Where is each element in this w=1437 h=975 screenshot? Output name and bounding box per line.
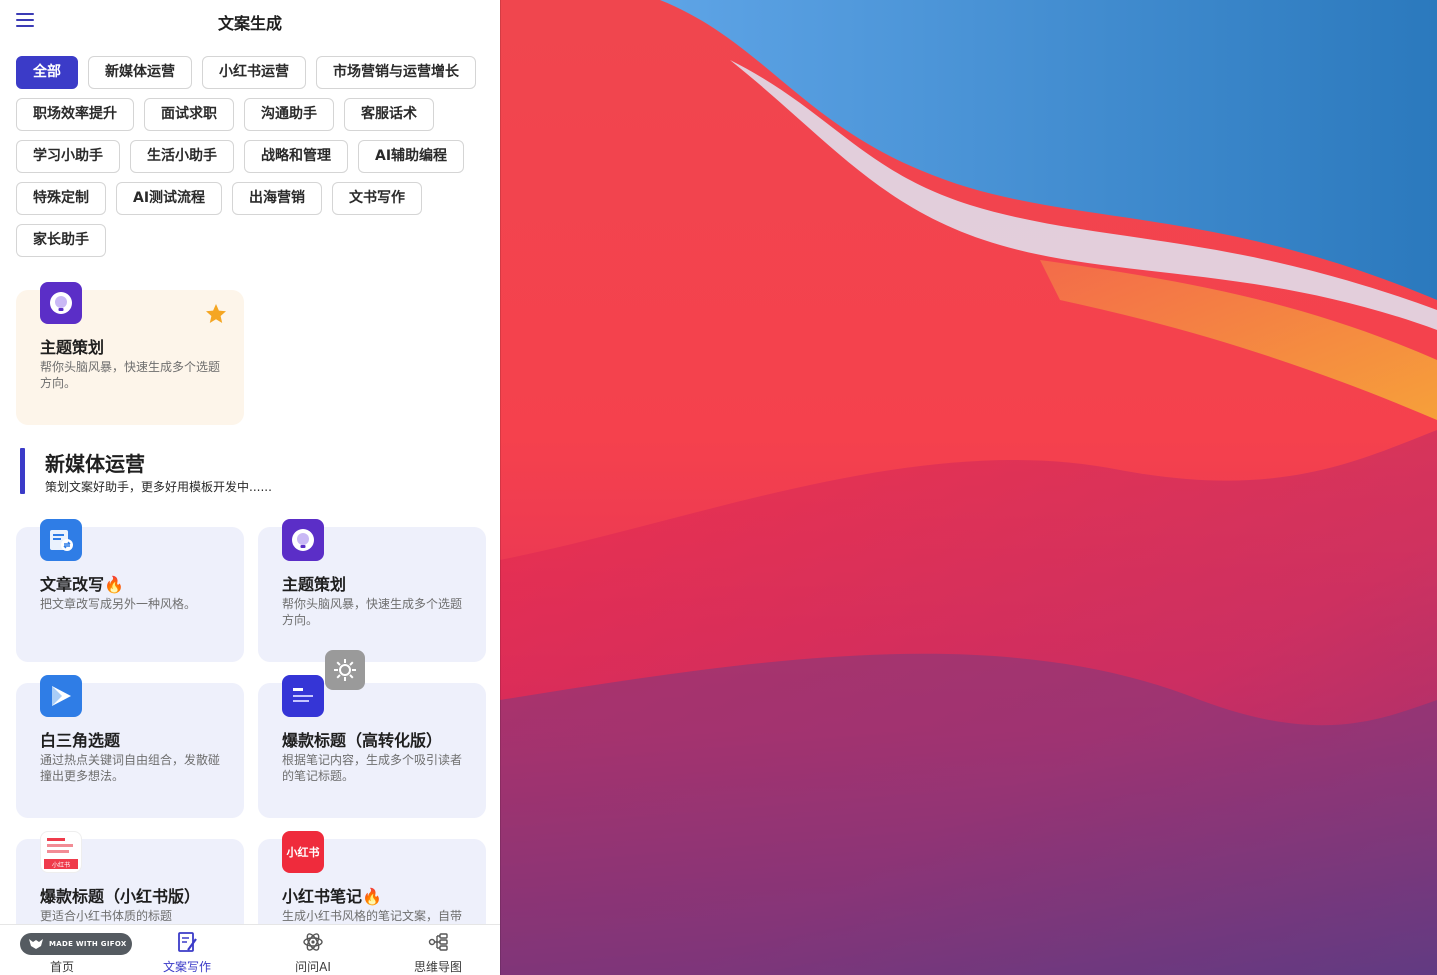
card-description: 生成小红书风格的笔记文案，自带 [282, 909, 463, 923]
filter-chip[interactable]: 文书写作 [332, 182, 423, 215]
svg-text:小红书: 小红书 [52, 861, 70, 869]
card-title: 主题策划 [40, 338, 105, 357]
filter-chip[interactable]: 职场效率提升 [16, 98, 134, 131]
document-swap-icon [40, 519, 82, 561]
writing-icon [178, 932, 197, 952]
filter-chip[interactable]: AI辅助编程 [358, 140, 465, 173]
triangle-icon [40, 675, 82, 717]
xhs-logo-icon: 小红书 [282, 831, 324, 873]
desktop-wallpaper [500, 0, 1437, 975]
filter-chip[interactable]: AI测试流程 [116, 182, 223, 215]
star-icon[interactable] [204, 302, 228, 326]
nav-label: 文案写作 [162, 960, 211, 974]
filter-chip[interactable]: 生活小助手 [130, 140, 234, 173]
template-card[interactable]: 爆款标题（高转化版） 根据笔记内容，生成多个吸引读者的笔记标题。 [258, 675, 486, 818]
card-title: 爆款标题（高转化版） [282, 731, 443, 750]
template-card[interactable]: 主题策划 帮你头脑风暴，快速生成多个选题方向。 [258, 519, 486, 662]
card-description: 帮你头脑风暴，快速生成多个选题方向。 [282, 597, 463, 627]
card-description: 通过热点关键词自由组合，发散碰撞出更多想法。 [40, 753, 221, 783]
app-window: 文案生成 全部 新媒体运营 小红书运营 市场营销与运营增长 职场效率提升 面试求… [0, 0, 500, 975]
filter-chip[interactable]: 家长助手 [16, 224, 106, 257]
section-title: 新媒体运营 [45, 452, 145, 476]
favorite-card[interactable]: 主题策划 帮你头脑风暴，快速生成多个选题方向。 [16, 282, 244, 425]
filter-chip[interactable]: 面试求职 [144, 98, 234, 131]
template-card[interactable]: 文章改写🔥 把文章改写成另外一种风格。 [16, 519, 244, 662]
card-title: 白三角选题 [40, 731, 121, 750]
filter-chips: 全部 新媒体运营 小红书运营 市场营销与运营增长 职场效率提升 面试求职 沟通助… [16, 56, 486, 266]
gear-icon [334, 659, 356, 681]
mindmap-icon [428, 933, 448, 951]
section-accent-bar [20, 448, 25, 494]
card-description: 根据笔记内容，生成多个吸引读者的笔记标题。 [282, 753, 463, 783]
card-description: 更适合小红书体质的标题 [40, 909, 173, 923]
card-title: 主题策划 [282, 575, 347, 594]
filter-chip[interactable]: 战略和管理 [244, 140, 348, 173]
card-title: 文章改写🔥 [40, 575, 124, 594]
filter-chip[interactable]: 特殊定制 [16, 182, 106, 215]
nav-label: 思维导图 [413, 960, 462, 974]
card-description: 帮你头脑风暴，快速生成多个选题方向。 [40, 360, 221, 390]
nav-item-mindmap[interactable]: 思维导图 [393, 931, 483, 975]
settings-gear-button[interactable] [325, 650, 365, 690]
filter-chip[interactable]: 小红书运营 [202, 56, 306, 89]
filter-chip[interactable]: 出海营销 [232, 182, 323, 215]
card-title: 爆款标题（小红书版） [40, 887, 201, 906]
headline-icon [282, 675, 324, 717]
top-bar: 文案生成 [0, 0, 500, 44]
gifox-logo-icon [29, 939, 43, 949]
filter-chip[interactable]: 沟通助手 [244, 98, 334, 131]
filter-chip-all[interactable]: 全部 [16, 56, 78, 89]
page-title: 文案生成 [217, 14, 282, 33]
nav-item-ask-ai[interactable]: 问问AI [268, 931, 358, 975]
filter-chip[interactable]: 市场营销与运营增长 [316, 56, 476, 89]
atom-icon [303, 933, 323, 951]
card-description: 把文章改写成另外一种风格。 [40, 597, 197, 611]
lightbulb-icon [40, 282, 82, 324]
xhs-headline-icon: 小红书 [40, 831, 82, 873]
section-subtitle: 策划文案好助手，更多好用模板开发中...... [45, 480, 272, 494]
nav-label: 问问AI [295, 960, 331, 974]
filter-chip[interactable]: 学习小助手 [16, 140, 120, 173]
filter-chip[interactable]: 客服话术 [344, 98, 434, 131]
nav-label: 首页 [49, 960, 74, 974]
filter-chip[interactable]: 新媒体运营 [88, 56, 192, 89]
card-title: 小红书笔记🔥 [282, 887, 382, 906]
nav-item-writing[interactable]: 文案写作 [142, 931, 232, 975]
gifox-watermark: MADE WITH GIFOX [20, 933, 132, 955]
template-card[interactable]: 白三角选题 通过热点关键词自由组合，发散碰撞出更多想法。 [16, 675, 244, 818]
lightbulb-icon [282, 519, 324, 561]
